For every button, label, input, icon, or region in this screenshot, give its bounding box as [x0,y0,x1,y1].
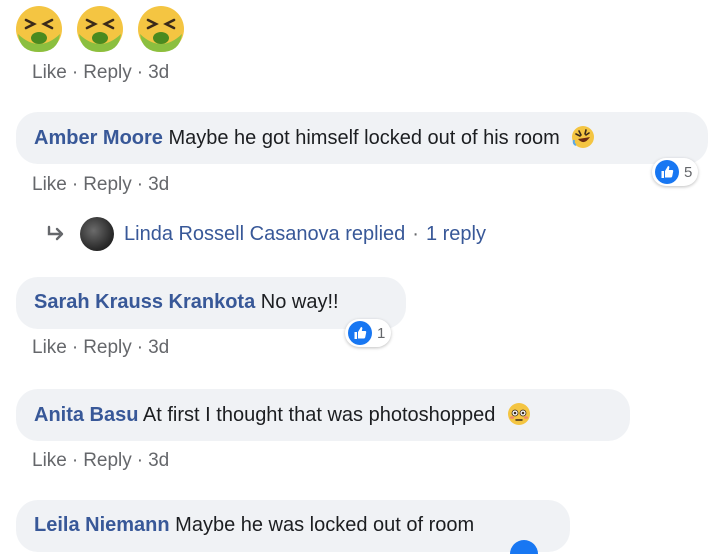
reply-link[interactable]: Reply [83,337,132,358]
reply-link[interactable]: Reply [83,62,132,83]
like-link[interactable]: Like [32,174,67,195]
separator: · [136,337,144,358]
replied-author-text[interactable]: Linda Rossell Casanova replied [124,223,405,246]
comment-text: Maybe he was locked out of room [175,514,475,536]
comment-bubble: Anita Basu At first I thought that was p… [16,389,630,441]
separator: · [136,62,144,83]
avatar[interactable] [80,217,114,251]
like-link[interactable]: Like [32,62,67,83]
like-link[interactable]: Like [32,337,67,358]
separator: · [71,174,79,195]
comment-bubble: Amber Moore Maybe he got himself locked … [16,112,708,164]
timestamp[interactable]: 3d [148,450,169,471]
comment-author[interactable]: Sarah Krauss Krankota [34,291,255,313]
reply-count-link[interactable]: 1 reply [426,223,486,246]
separator: · [71,62,79,83]
reaction-badge[interactable]: 5 [652,158,699,186]
like-icon [655,160,679,184]
nauseated-face-icon [77,6,123,52]
separator: · [136,174,144,195]
reply-link[interactable]: Reply [83,450,132,471]
separator: · [71,337,79,358]
separator: · [136,450,144,471]
reply-arrow-icon [47,225,64,241]
rolling-on-floor-laughing-icon [572,126,595,148]
comment-text: At first I thought that was photoshopped [142,404,496,426]
separator: · [412,222,419,245]
reaction-badge[interactable]: 1 [345,319,392,347]
comment-actions: Like · Reply · 3d [32,337,169,359]
comment-actions: Like · Reply · 3d [32,450,169,472]
comment-actions: Like · Reply · 3d [32,174,169,196]
like-link[interactable]: Like [32,450,67,471]
reaction-count: 5 [684,163,693,181]
comment-author[interactable]: Amber Moore [34,127,163,149]
comment-author[interactable]: Anita Basu [34,404,138,426]
view-replies-row[interactable]: Linda Rossell Casanova replied · 1 reply [46,214,486,254]
nauseated-face-icon [138,6,184,52]
flushed-face-icon [507,403,530,425]
emoji-reaction-row [14,4,186,54]
comment-author[interactable]: Leila Niemann [34,514,170,536]
like-icon [348,321,372,345]
comment-bubble: Leila Niemann Maybe he was locked out of… [16,500,570,552]
timestamp[interactable]: 3d [148,337,169,358]
separator: · [71,450,79,471]
nauseated-face-icon [16,6,62,52]
comment-actions: Like · Reply · 3d [32,62,169,84]
timestamp[interactable]: 3d [148,62,169,83]
reaction-count: 1 [377,324,386,342]
comment-text: No way!! [260,291,339,313]
comment-text: Maybe he got himself locked out of his r… [168,127,560,149]
reply-link[interactable]: Reply [83,174,132,195]
timestamp[interactable]: 3d [148,174,169,195]
